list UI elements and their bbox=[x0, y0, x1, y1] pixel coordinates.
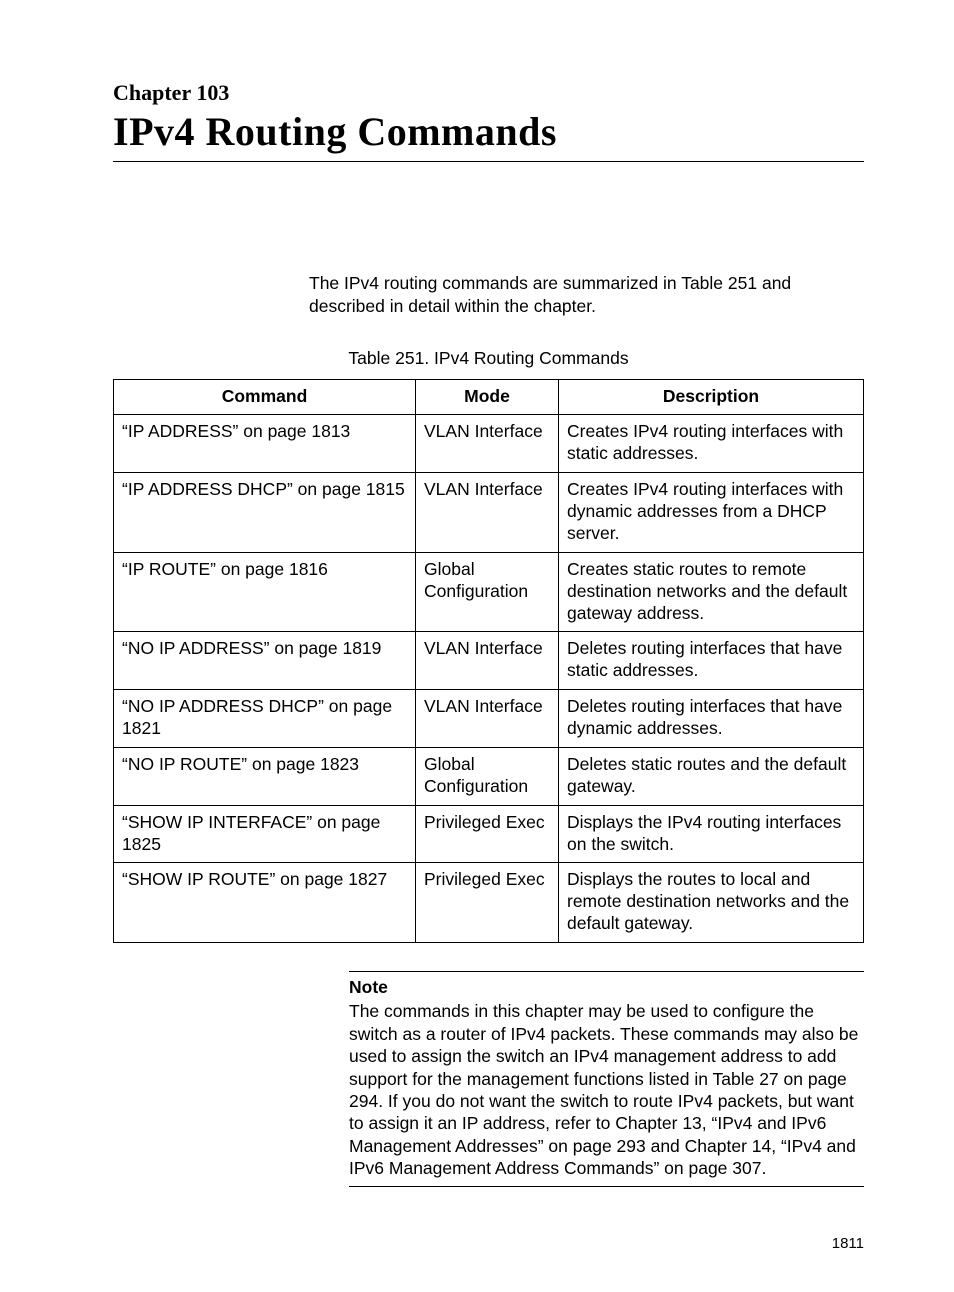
table-row: “IP ROUTE” on page 1816 Global Configura… bbox=[114, 552, 864, 632]
cell-desc: Deletes static routes and the default ga… bbox=[559, 747, 864, 805]
cell-mode: VLAN Interface bbox=[416, 690, 559, 748]
cell-command: “IP ROUTE” on page 1816 bbox=[114, 552, 416, 632]
table-row: “NO IP ROUTE” on page 1823 Global Config… bbox=[114, 747, 864, 805]
cell-command: “IP ADDRESS DHCP” on page 1815 bbox=[114, 473, 416, 553]
note-top-rule bbox=[349, 971, 864, 972]
cell-desc: Displays the routes to local and remote … bbox=[559, 863, 864, 943]
cell-desc: Creates IPv4 routing interfaces with sta… bbox=[559, 415, 864, 473]
table-row: “IP ADDRESS” on page 1813 VLAN Interface… bbox=[114, 415, 864, 473]
cell-command: “SHOW IP INTERFACE” on page 1825 bbox=[114, 805, 416, 863]
table-header-row: Command Mode Description bbox=[114, 379, 864, 415]
page: Chapter 103 IPv4 Routing Commands The IP… bbox=[0, 0, 954, 1292]
note-bottom-rule bbox=[349, 1186, 864, 1187]
cell-mode: VLAN Interface bbox=[416, 632, 559, 690]
cell-command: “SHOW IP ROUTE” on page 1827 bbox=[114, 863, 416, 943]
chapter-title: IPv4 Routing Commands bbox=[113, 108, 864, 155]
commands-table: Command Mode Description “IP ADDRESS” on… bbox=[113, 379, 864, 944]
cell-mode: Privileged Exec bbox=[416, 805, 559, 863]
cell-mode: VLAN Interface bbox=[416, 415, 559, 473]
col-header-mode: Mode bbox=[416, 379, 559, 415]
table-row: “NO IP ADDRESS DHCP” on page 1821 VLAN I… bbox=[114, 690, 864, 748]
table-row: “SHOW IP ROUTE” on page 1827 Privileged … bbox=[114, 863, 864, 943]
page-number: 1811 bbox=[113, 1235, 864, 1252]
table-caption: Table 251. IPv4 Routing Commands bbox=[113, 348, 864, 369]
note-label: Note bbox=[349, 976, 864, 998]
cell-mode: VLAN Interface bbox=[416, 473, 559, 553]
cell-desc: Deletes routing interfaces that have sta… bbox=[559, 632, 864, 690]
cell-command: “NO IP ADDRESS” on page 1819 bbox=[114, 632, 416, 690]
col-header-description: Description bbox=[559, 379, 864, 415]
cell-mode: Privileged Exec bbox=[416, 863, 559, 943]
cell-command: “NO IP ROUTE” on page 1823 bbox=[114, 747, 416, 805]
cell-command: “IP ADDRESS” on page 1813 bbox=[114, 415, 416, 473]
cell-command: “NO IP ADDRESS DHCP” on page 1821 bbox=[114, 690, 416, 748]
cell-mode: Global Configuration bbox=[416, 552, 559, 632]
col-header-command: Command bbox=[114, 379, 416, 415]
chapter-label: Chapter 103 bbox=[113, 80, 864, 106]
table-row: “IP ADDRESS DHCP” on page 1815 VLAN Inte… bbox=[114, 473, 864, 553]
cell-desc: Displays the IPv4 routing interfaces on … bbox=[559, 805, 864, 863]
title-rule bbox=[113, 161, 864, 162]
note-block: Note The commands in this chapter may be… bbox=[349, 971, 864, 1187]
cell-desc: Creates IPv4 routing interfaces with dyn… bbox=[559, 473, 864, 553]
cell-desc: Deletes routing interfaces that have dyn… bbox=[559, 690, 864, 748]
intro-paragraph: The IPv4 routing commands are summarized… bbox=[309, 272, 864, 318]
cell-desc: Creates static routes to remote destinat… bbox=[559, 552, 864, 632]
table-row: “SHOW IP INTERFACE” on page 1825 Privile… bbox=[114, 805, 864, 863]
table-row: “NO IP ADDRESS” on page 1819 VLAN Interf… bbox=[114, 632, 864, 690]
cell-mode: Global Configuration bbox=[416, 747, 559, 805]
note-body: The commands in this chapter may be used… bbox=[349, 1000, 864, 1179]
